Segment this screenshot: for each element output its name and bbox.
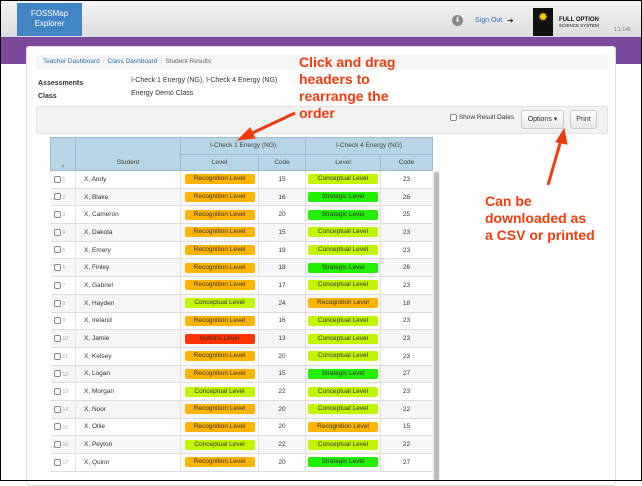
arrow-to-headers [247,111,296,137]
arrow-to-print [546,139,563,186]
arrow-head-headers [236,127,256,141]
arrow-head-print [555,127,568,145]
annotation-arrows [236,111,568,186]
